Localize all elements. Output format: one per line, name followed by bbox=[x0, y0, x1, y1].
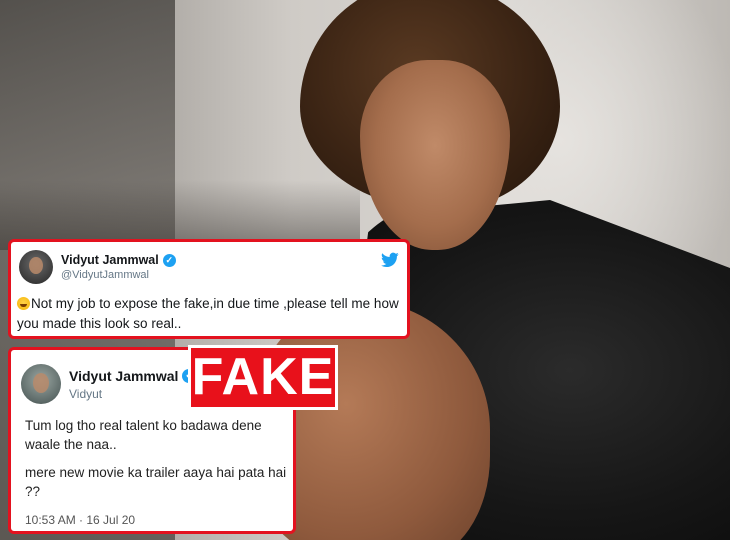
laughing-emoji-icon bbox=[17, 297, 30, 310]
tweet-text-line: mere new movie ka trailer aaya hai pata … bbox=[25, 465, 287, 499]
author-handle[interactable]: Vidyut bbox=[69, 387, 102, 401]
twitter-bird-icon bbox=[381, 252, 399, 268]
fake-stamp: FAKE bbox=[188, 345, 338, 410]
avatar[interactable] bbox=[19, 250, 53, 284]
author-name: Vidyut Jammwal bbox=[69, 368, 179, 384]
tweet-author[interactable]: Vidyut Jammwal ✓ bbox=[69, 368, 197, 384]
author-handle[interactable]: @VidyutJammwal bbox=[61, 269, 149, 281]
tweet-text-line: Tum log tho real talent ko badawa dene w… bbox=[25, 418, 262, 452]
tweet-author[interactable]: Vidyut Jammwal ✓ bbox=[61, 253, 176, 267]
real-tweet-card[interactable]: Vidyut Jammwal ✓ @VidyutJammwal Not my j… bbox=[8, 239, 410, 339]
tweet-text: Not my job to expose the fake,in due tim… bbox=[17, 296, 399, 331]
author-name: Vidyut Jammwal bbox=[61, 253, 159, 267]
avatar[interactable] bbox=[21, 364, 61, 404]
tweet-timestamp[interactable]: 10:53 AM · 16 Jul 20 bbox=[25, 513, 135, 527]
verified-icon: ✓ bbox=[162, 253, 176, 267]
